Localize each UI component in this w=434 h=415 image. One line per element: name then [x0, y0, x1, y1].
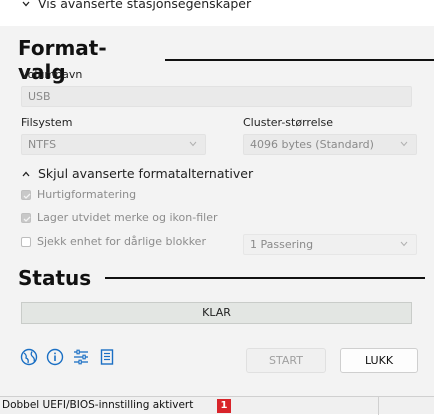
annotation-badge: 1 [217, 399, 231, 413]
log-icon[interactable] [98, 348, 116, 366]
status-progress-bar: KLAR [21, 302, 412, 324]
status-title: Status [18, 266, 92, 290]
filesystem-value: NTFS [28, 138, 57, 151]
bad-blocks-checkbox[interactable] [21, 236, 31, 247]
extended-label-checkbox[interactable] [21, 212, 31, 223]
show-advanced-drive-properties-toggle[interactable]: Vis avanserte stasjonsegenskaper [22, 0, 251, 11]
close-button[interactable]: LUKK [340, 348, 418, 373]
cluster-size-value: 4096 bytes (Standard) [250, 138, 374, 151]
checkmark-icon [23, 193, 31, 199]
passes-select[interactable]: 1 Passering [243, 234, 417, 255]
status-text: KLAR [202, 306, 231, 319]
hide-advanced-format-options-label: Skjul avanserte formatalternativer [38, 166, 254, 181]
chevron-down-icon [189, 141, 197, 147]
chevron-down-icon [22, 1, 30, 6]
chevron-down-icon [400, 141, 408, 147]
extended-label-label: Lager utvidet merke og ikon-filer [37, 211, 218, 224]
status-heading: Status [18, 266, 426, 290]
cluster-size-label: Cluster-størrelse [243, 116, 334, 129]
show-advanced-drive-properties-label: Vis avanserte stasjonsegenskaper [38, 0, 252, 11]
hide-advanced-format-options-toggle[interactable]: Skjul avanserte formatalternativer [22, 166, 253, 181]
quick-format-checkbox[interactable] [21, 189, 31, 200]
globe-icon[interactable] [20, 348, 38, 366]
bad-blocks-option[interactable]: Sjekk enhet for dårlige blokker [21, 235, 206, 248]
filesystem-select[interactable]: NTFS [21, 134, 206, 155]
chevron-down-icon [400, 241, 408, 247]
start-button[interactable]: START [246, 348, 326, 373]
bad-blocks-label: Sjekk enhet for dårlige blokker [37, 235, 206, 248]
footer-status-text: Dobbel UEFI/BIOS-innstilling aktivert [2, 399, 194, 411]
quick-format-label: Hurtigformatering [37, 188, 137, 201]
volume-label-input[interactable]: USB [21, 86, 412, 107]
chevron-up-icon [22, 171, 30, 176]
extended-label-option[interactable]: Lager utvidet merke og ikon-filer [21, 211, 218, 224]
footer-separator [378, 397, 379, 415]
filesystem-label: Filsystem [21, 116, 73, 129]
heading-divider [165, 59, 434, 61]
cluster-size-select[interactable]: 4096 bytes (Standard) [243, 134, 417, 155]
advanced-drive-properties-strip: Vis avanserte stasjonsegenskaper [0, 0, 434, 26]
settings-sliders-icon[interactable] [72, 348, 90, 366]
heading-divider [105, 277, 426, 279]
passes-value: 1 Passering [250, 238, 314, 251]
info-icon[interactable] [46, 348, 64, 366]
quick-format-option[interactable]: Hurtigformatering [21, 188, 136, 201]
checkmark-icon [23, 216, 31, 222]
volume-label-label: Volumnavn [21, 68, 83, 81]
volume-label-value: USB [28, 90, 51, 103]
rufus-window: Vis avanserte stasjonsegenskaper Format-… [0, 0, 434, 415]
